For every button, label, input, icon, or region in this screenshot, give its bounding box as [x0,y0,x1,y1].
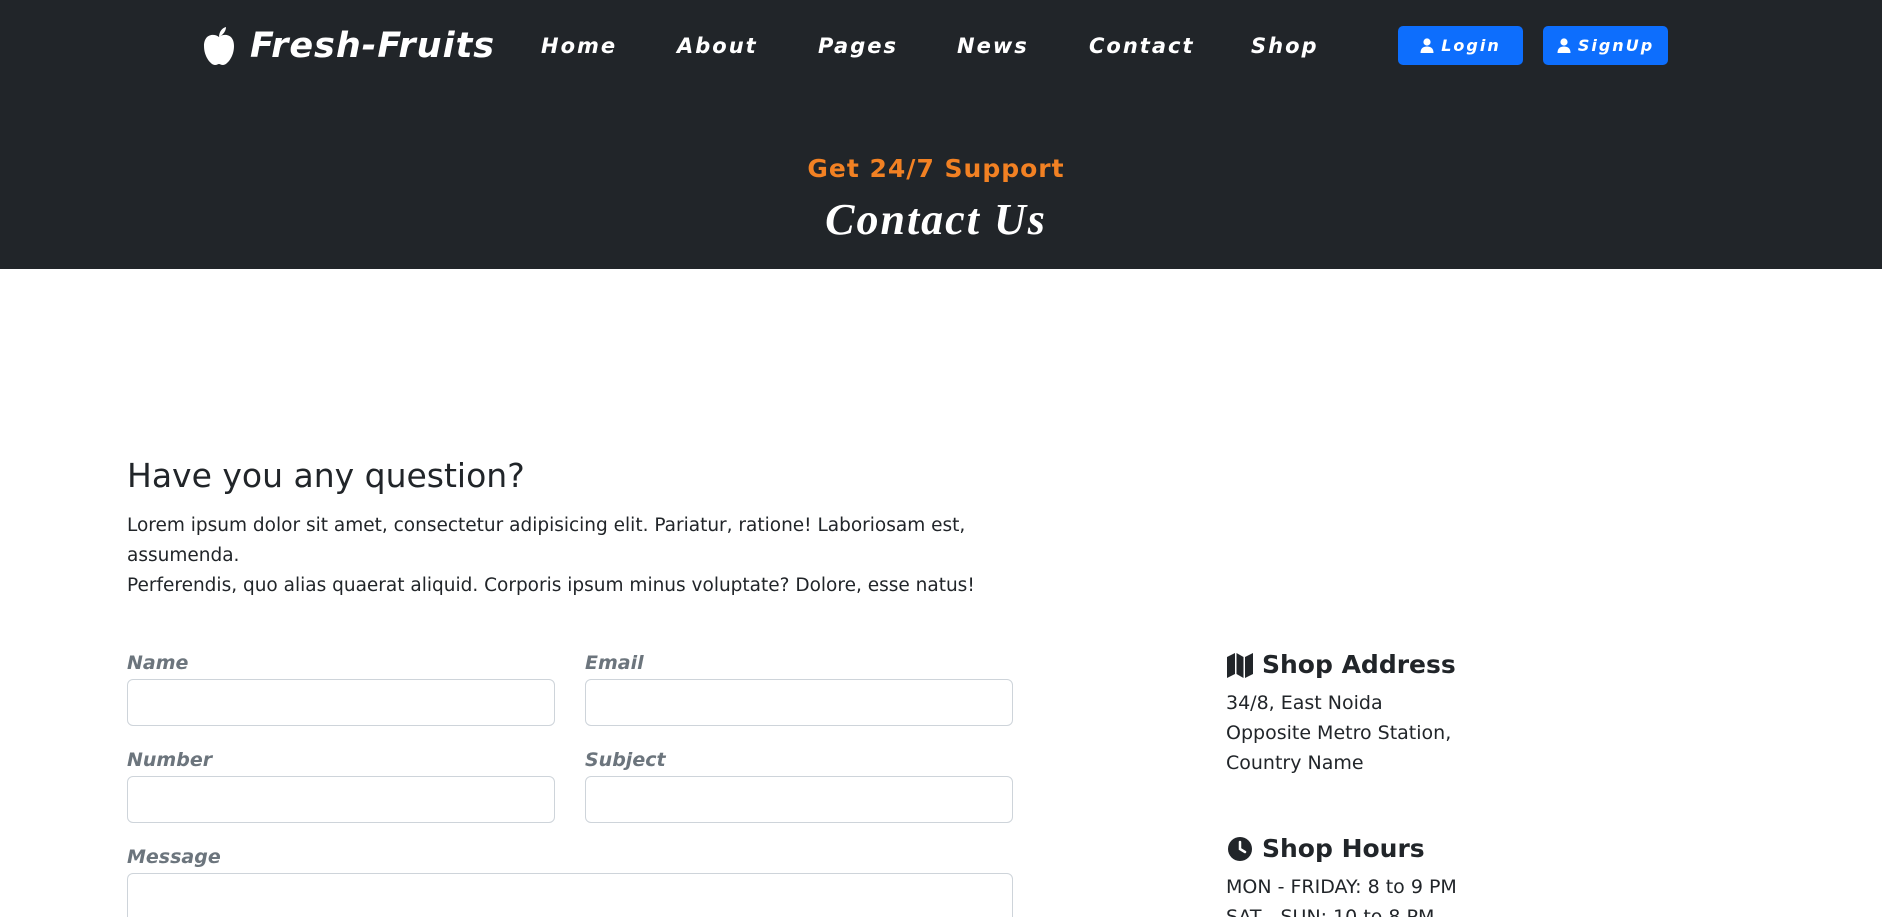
number-field[interactable] [127,776,555,823]
login-label: Login [1441,36,1501,55]
email-label: Email [585,652,644,674]
email-field[interactable] [585,679,1013,726]
nav-home[interactable]: Home [541,28,617,64]
clock-icon [1228,836,1252,861]
message-label: Message [127,846,221,868]
signup-button[interactable]: SignUp [1543,26,1668,65]
shop-hours-heading: Shop Hours [1226,834,1425,863]
name-label: Name [127,652,189,674]
name-field[interactable] [127,679,555,726]
number-label: Number [127,749,213,771]
intro-text: Lorem ipsum dolor sit amet, consectetur … [127,511,1067,601]
map-icon [1227,652,1253,678]
nav-contact[interactable]: Contact [1089,28,1195,64]
section-heading: Have you any question? [127,456,525,495]
login-button[interactable]: Login [1398,26,1523,65]
support-subtitle: Get 24/7 Support [807,154,1065,183]
address-line: Opposite Metro Station, [1226,722,1452,744]
intro-line: Perferendis, quo alias quaerat aliquid. … [127,575,975,596]
signup-label: SignUp [1577,36,1655,55]
hours-line: MON - FRIDAY: 8 to 9 PM [1226,876,1457,898]
user-icon [1420,38,1434,53]
shop-address-title: Shop Address [1262,650,1456,679]
shop-address-heading: Shop Address [1226,650,1456,679]
intro-line: Lorem ipsum dolor sit amet, consectetur … [127,515,966,566]
user-icon [1557,38,1571,53]
message-field[interactable] [127,873,1013,917]
shop-hours-title: Shop Hours [1262,834,1425,863]
subject-label: Subject [585,749,666,771]
hours-line: SAT - SUN: 10 to 8 PM [1226,906,1435,917]
subject-field[interactable] [585,776,1013,823]
nav-news[interactable]: News [957,28,1029,64]
address-line: 34/8, East Noida [1226,692,1383,714]
page-title: Contact Us [825,195,1047,244]
nav-pages[interactable]: Pages [818,28,898,64]
address-line: Country Name [1226,752,1364,774]
nav-about[interactable]: About [677,28,758,64]
nav-shop[interactable]: Shop [1251,28,1319,64]
